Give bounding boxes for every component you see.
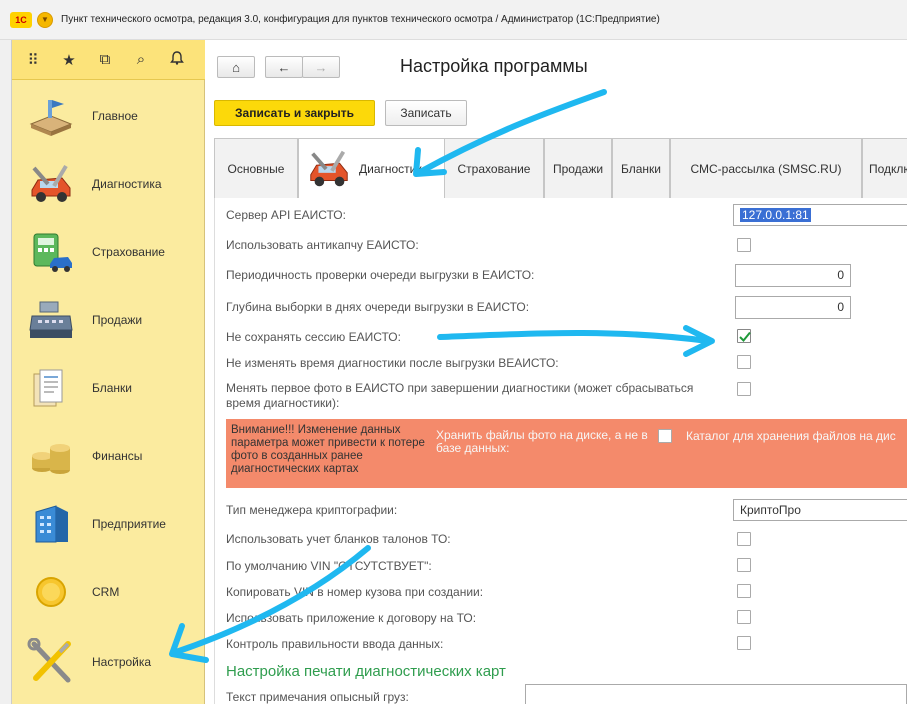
photo-warning-panel: Внимание!!! Изменение данных параметра м… xyxy=(226,419,907,488)
vin-default-label: По умолчанию VIN "ОТСУТСТВУЕТ": xyxy=(226,559,432,573)
sidebar-item-finance[interactable]: Финансы xyxy=(12,426,205,486)
left-toolbar: ⠿ ★ ⧉ ⌕ xyxy=(12,40,205,80)
save-button[interactable]: Записать xyxy=(385,100,467,126)
sidebar-item-label: Страхование xyxy=(92,245,165,259)
print-section-title: Настройка печати диагностических карт xyxy=(226,663,506,680)
anticaptcha-label: Использовать антикапчу ЕАИСТО: xyxy=(226,238,419,252)
tab-insurance[interactable]: Страхование xyxy=(444,138,544,198)
save-and-close-button[interactable]: Записать и закрыть xyxy=(214,100,375,126)
building-icon xyxy=(24,500,78,548)
star-icon[interactable]: ★ xyxy=(58,51,80,69)
tab-diagnostics[interactable]: Диагностика xyxy=(298,138,458,199)
tab-sms[interactable]: СМС-рассылка (SMSC.RU) xyxy=(670,138,862,198)
tab-bar: Основные Диагностика Страхование Продажи… xyxy=(214,138,907,199)
photo-folder-label: Каталог для хранения файлов на дис xyxy=(686,429,896,443)
store-photos-checkbox[interactable] xyxy=(658,429,672,443)
change-photo-label: Менять первое фото в ЕАИСТО при завершен… xyxy=(226,381,694,395)
calculator-car-icon xyxy=(24,228,78,276)
sidebar-item-insurance[interactable]: Страхование xyxy=(12,222,205,282)
car-wrench-icon xyxy=(305,147,353,191)
no-session-label: Не сохранять сессию ЕАИСТО: xyxy=(226,330,401,344)
queue-period-input[interactable]: 0 xyxy=(735,264,851,287)
sidebar: Главное Диагностика Страхование Продажи … xyxy=(12,80,205,704)
sidebar-item-label: Главное xyxy=(92,109,138,123)
sidebar-item-label: Продажи xyxy=(92,313,143,327)
use-blanks-label: Использовать учет бланков талонов ТО: xyxy=(226,532,451,546)
title-bar: 1С ▼ Пункт технического осмотра, редакци… xyxy=(0,0,907,40)
copy-vin-checkbox[interactable] xyxy=(737,584,751,598)
sidebar-item-enterprise[interactable]: Предприятие xyxy=(12,494,205,554)
change-photo-label-cont: время диагностики): xyxy=(226,396,340,410)
warning-text: Внимание!!! Изменение данных параметра м… xyxy=(231,424,425,475)
use-blanks-checkbox[interactable] xyxy=(737,532,751,546)
coins-icon xyxy=(24,432,78,480)
sidebar-item-label: CRM xyxy=(92,585,120,599)
anticaptcha-checkbox[interactable] xyxy=(737,238,751,252)
sidebar-item-settings[interactable]: Настройка xyxy=(12,632,205,692)
tab-sales[interactable]: Продажи xyxy=(544,138,612,198)
api-server-input[interactable]: 127.0.0.1:81 xyxy=(733,204,907,226)
apps-grid-icon[interactable]: ⠿ xyxy=(22,51,44,69)
cash-register-icon xyxy=(24,296,78,344)
tools-icon xyxy=(24,638,78,686)
tab-main[interactable]: Основные xyxy=(214,138,298,198)
sidebar-item-label: Предприятие xyxy=(92,517,166,531)
no-time-change-checkbox[interactable] xyxy=(737,355,751,369)
note-label: Текст примечания опысный груз: xyxy=(226,690,409,704)
left-edge-strip xyxy=(0,40,12,704)
sidebar-item-sales[interactable]: Продажи xyxy=(12,290,205,350)
forms-icon xyxy=(24,364,78,412)
home-button[interactable]: ⌂ xyxy=(217,56,255,78)
sidebar-item-diagnostics[interactable]: Диагностика xyxy=(12,154,205,214)
home-icon: ⌂ xyxy=(232,59,240,75)
sidebar-item-label: Финансы xyxy=(92,449,143,463)
sidebar-item-blanks[interactable]: Бланки xyxy=(12,358,205,418)
queue-depth-input[interactable]: 0 xyxy=(735,296,851,319)
sidebar-item-label: Бланки xyxy=(92,381,132,395)
api-server-value: 127.0.0.1:81 xyxy=(740,208,811,222)
queue-period-label: Периодичность проверки очереди выгрузки … xyxy=(226,268,535,282)
input-control-checkbox[interactable] xyxy=(737,636,751,650)
sidebar-item-label: Диагностика xyxy=(92,177,162,191)
api-server-label: Сервер API ЕАИСТО: xyxy=(226,208,346,222)
page-title: Настройка программы xyxy=(400,56,588,76)
no-session-checkbox[interactable] xyxy=(737,329,751,343)
1c-logo-icon: 1С xyxy=(10,11,32,28)
arrow-right-icon: → xyxy=(314,59,328,75)
window-title: Пункт технического осмотра, редакция 3.0… xyxy=(61,14,660,25)
tab-label: Диагностика xyxy=(359,162,429,176)
vin-default-checkbox[interactable] xyxy=(737,558,751,572)
crypto-label: Тип менеджера криптографии: xyxy=(226,503,398,517)
use-app-checkbox[interactable] xyxy=(737,610,751,624)
sidebar-item-label: Настройка xyxy=(92,655,152,669)
change-photo-checkbox[interactable] xyxy=(737,382,751,396)
car-wrench-icon xyxy=(24,160,78,208)
tab-blanks[interactable]: Бланки xyxy=(612,138,670,198)
store-photos-label: Хранить файлы фото на диске, а не в базе… xyxy=(436,428,648,455)
arrow-left-icon: ← xyxy=(277,59,291,75)
use-app-label: Использовать приложение к договору на ТО… xyxy=(226,611,477,625)
main-menu-icon[interactable]: ▼ xyxy=(37,11,53,28)
queue-depth-label: Глубина выборки в днях очереди выгрузки … xyxy=(226,300,530,314)
input-control-label: Контроль правильности ввода данных: xyxy=(226,637,444,651)
copy-vin-label: Копировать VIN в номер кузова при создан… xyxy=(226,585,484,599)
search-icon[interactable]: ⌕ xyxy=(130,51,152,68)
note-input[interactable] xyxy=(525,684,907,704)
tab-connection[interactable]: Подклю xyxy=(862,138,907,198)
home-desk-icon xyxy=(24,92,78,140)
checkmark-icon xyxy=(739,331,751,342)
sidebar-item-main[interactable]: Главное xyxy=(12,86,205,146)
crm-circle-icon xyxy=(24,568,78,616)
forward-button[interactable]: → xyxy=(302,56,340,78)
history-icon[interactable]: ⧉ xyxy=(94,51,116,68)
sidebar-item-crm[interactable]: CRM xyxy=(12,562,205,622)
back-button[interactable]: ← xyxy=(265,56,303,78)
no-time-change-label: Не изменять время диагностики после выгр… xyxy=(226,356,559,370)
bell-icon[interactable] xyxy=(166,50,188,70)
crypto-select[interactable]: КриптоПро xyxy=(733,499,907,521)
